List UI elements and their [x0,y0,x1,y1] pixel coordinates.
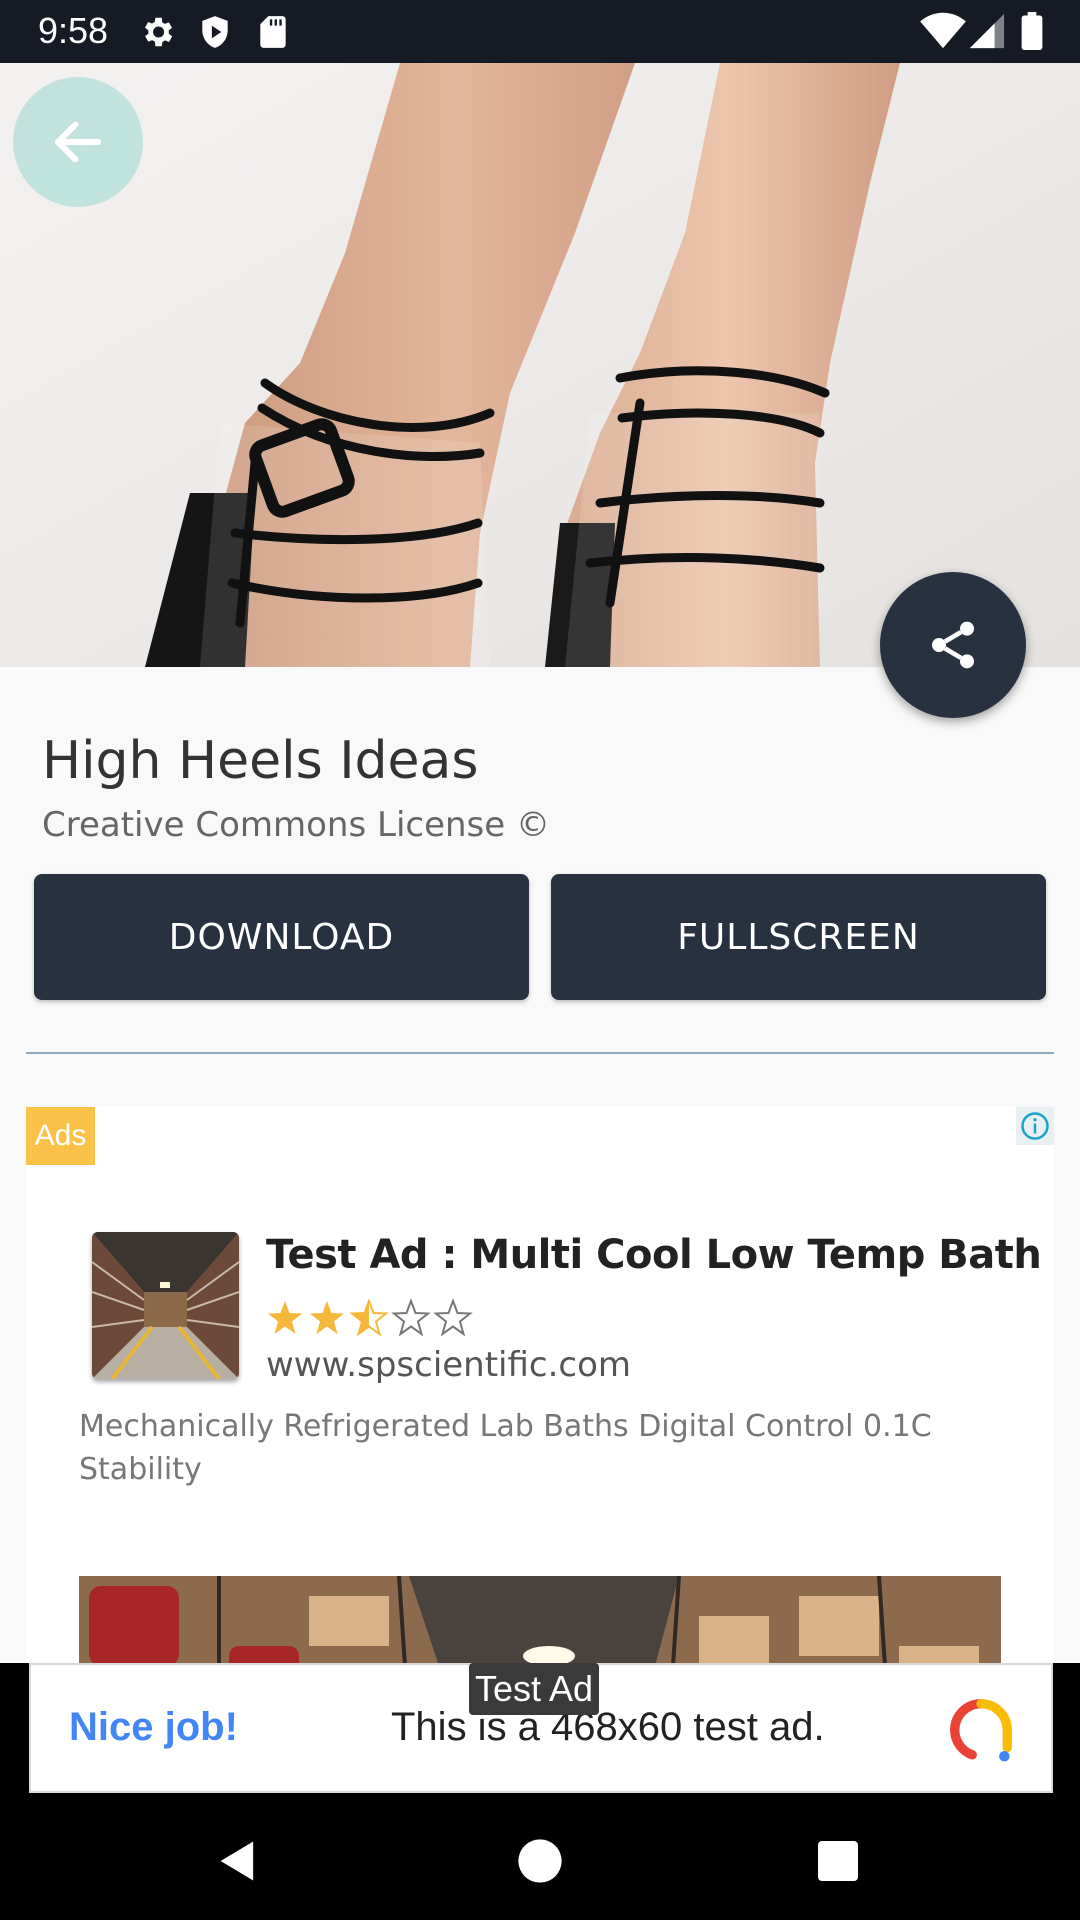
gear-icon [144,17,173,47]
ad-headline[interactable]: Test Ad : Multi Cool Low Temp Bath [266,1232,1042,1278]
banner-text: This is a 468x60 test ad. [391,1705,825,1749]
license-label: Creative Commons License © [42,805,550,845]
admob-logo-icon [950,1699,1012,1762]
ad-description: Mechanically Refrigerated Lab Baths Digi… [79,1409,932,1487]
battery-icon [1021,12,1043,50]
download-button[interactable]: DOWNLOAD [34,874,529,1000]
sd-card-icon [260,16,286,48]
fullscreen-button[interactable]: FULLSCREEN [551,874,1046,1000]
nav-recents-button[interactable] [808,1831,868,1891]
banner-nice-job: Nice job! [69,1705,238,1749]
nav-home-button[interactable] [510,1831,570,1891]
star-half-icon [351,1300,387,1335]
share-icon [932,621,974,669]
star-empty-icon [393,1300,429,1335]
navigation-bar [0,1795,1080,1920]
nav-back-icon [220,1841,254,1881]
ad-thumbnail[interactable] [92,1232,239,1379]
warehouse-thumbnail-image [92,1232,239,1379]
nav-home-icon [518,1839,562,1883]
cell-signal-icon [969,13,1005,49]
ad-rating-stars [268,1300,471,1335]
page-title: High Heels Ideas [42,731,479,791]
star-empty-icon [435,1300,471,1335]
info-icon[interactable] [1016,1107,1054,1145]
nav-back-button[interactable] [208,1831,268,1891]
test-ad-label: Test Ad [469,1663,600,1715]
ads-badge: Ads [26,1107,95,1165]
back-button[interactable] [13,77,143,207]
wifi-icon [920,12,966,49]
high-heels-photo [0,63,1080,667]
status-bar: 9:58 [0,0,1080,63]
divider [26,1052,1054,1054]
ad-url[interactable]: www.spscientific.com [266,1345,631,1385]
star-full-icon [310,1301,344,1334]
star-full-icon [268,1301,302,1334]
hero-image[interactable] [0,63,1080,667]
status-time: 9:58 [38,10,109,51]
native-ad-card[interactable]: Ads Test Ad : Multi Cool Low Temp Bath w… [26,1107,1054,1663]
share-button[interactable] [880,572,1026,718]
arrow-left-icon [55,121,101,163]
play-shield-icon [202,16,228,48]
nav-recents-icon [818,1841,858,1881]
ad-main-image[interactable] [79,1576,1001,1663]
wallpaper-detail-screen: High Heels Ideas Creative Commons Licens… [0,63,1080,1663]
ad-choices-icon [1021,1112,1049,1140]
